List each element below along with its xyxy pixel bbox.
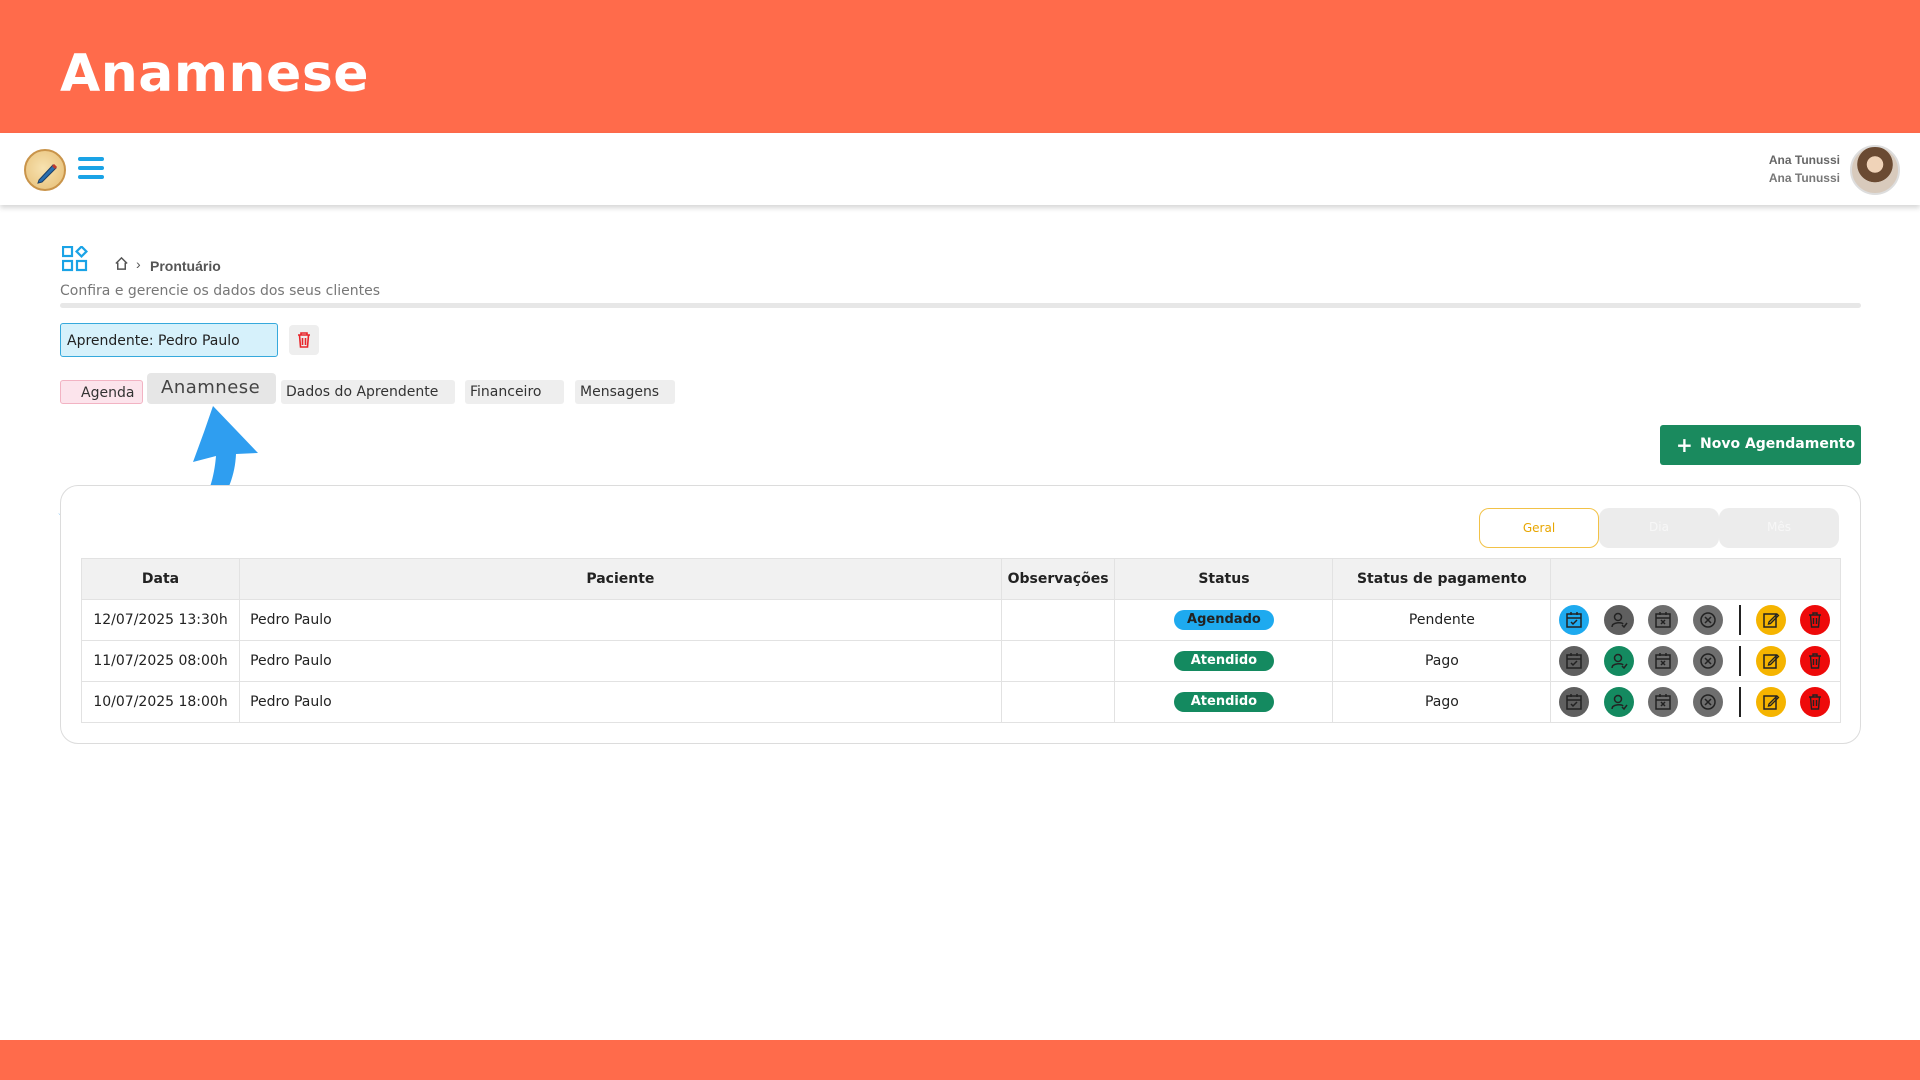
cell-paciente: Pedro Paulo	[239, 599, 1002, 641]
tab-mensagens[interactable]: Mensagens	[575, 380, 675, 404]
col-status-pagamento: Status de pagamento	[1332, 558, 1552, 600]
col-paciente: Paciente	[239, 558, 1002, 600]
hamburger-icon[interactable]	[78, 157, 104, 181]
cell-paciente: Pedro Paulo	[239, 640, 1002, 682]
table-row[interactable]: 10/07/2025 18:00h Pedro Paulo Atendido P…	[80, 681, 1841, 723]
cell-data: 12/07/2025 13:30h	[80, 599, 241, 641]
calendar-x-icon[interactable]	[1648, 646, 1679, 676]
trash-icon[interactable]	[289, 325, 319, 355]
filter-dia[interactable]: Dia	[1599, 508, 1719, 548]
cell-status: Atendido	[1114, 640, 1334, 682]
table-header-row: Data Paciente Observações Status Status …	[80, 558, 1841, 600]
user-check-icon[interactable]	[1603, 687, 1634, 717]
breadcrumb-separator: ›	[136, 256, 141, 272]
user-name[interactable]: Ana Tunussi	[1769, 153, 1840, 167]
trash-icon[interactable]	[1799, 605, 1830, 635]
user-check-icon[interactable]	[1603, 605, 1634, 635]
calendar-check-icon[interactable]	[1559, 687, 1590, 717]
cell-observacoes	[1000, 640, 1116, 682]
cell-actions	[1550, 681, 1841, 723]
cell-pagamento: Pendente	[1332, 599, 1552, 641]
user-role: Ana Tunussi	[1768, 171, 1840, 185]
pencil-logo-icon[interactable]	[24, 149, 66, 191]
header-banner: Anamnese	[0, 0, 1920, 133]
user-check-icon[interactable]	[1603, 646, 1634, 676]
actions-separator	[1739, 605, 1742, 635]
tab-dados-aprendente[interactable]: Dados do Aprendente	[281, 380, 455, 404]
actions-separator	[1739, 646, 1742, 676]
cell-actions	[1550, 599, 1841, 641]
actions-separator	[1739, 687, 1742, 717]
calendar-check-icon[interactable]	[1559, 646, 1590, 676]
table-row[interactable]: 11/07/2025 08:00h Pedro Paulo Atendido P…	[80, 640, 1841, 682]
grid-icon	[62, 246, 88, 272]
edit-icon[interactable]	[1755, 605, 1786, 635]
status-badge: Atendido	[1173, 692, 1274, 712]
tab-financeiro[interactable]: Financeiro	[465, 380, 564, 404]
breadcrumb-current: Prontuário	[150, 258, 221, 274]
novo-agendamento-button[interactable]: + Novo Agendamento	[1660, 425, 1861, 465]
edit-icon[interactable]	[1755, 687, 1786, 717]
cell-pagamento: Pago	[1332, 640, 1552, 682]
cancel-icon[interactable]	[1692, 605, 1723, 635]
plus-icon: +	[1676, 433, 1693, 457]
calendar-x-icon[interactable]	[1648, 605, 1679, 635]
status-badge: Agendado	[1173, 610, 1274, 630]
status-badge: Atendido	[1173, 651, 1274, 671]
col-actions	[1550, 558, 1841, 600]
cell-data: 11/07/2025 08:00h	[80, 640, 241, 682]
calendar-x-icon[interactable]	[1648, 687, 1679, 717]
cell-status: Atendido	[1114, 681, 1334, 723]
tab-anamnese[interactable]: Anamnese	[147, 373, 276, 404]
filter-mes[interactable]: Mês	[1719, 508, 1839, 548]
cell-observacoes	[1000, 681, 1116, 723]
footer-banner	[0, 1040, 1920, 1080]
cancel-icon[interactable]	[1692, 646, 1723, 676]
appointments-panel: Geral Dia Mês Data Paciente Observações …	[60, 485, 1861, 744]
appointments-table: Data Paciente Observações Status Status …	[80, 558, 1841, 723]
cell-paciente: Pedro Paulo	[239, 681, 1002, 723]
edit-icon[interactable]	[1755, 646, 1786, 676]
home-icon[interactable]	[114, 256, 129, 271]
avatar[interactable]	[1850, 145, 1900, 195]
col-data: Data	[80, 558, 241, 600]
col-observacoes: Observações	[1000, 558, 1116, 600]
divider	[60, 303, 1861, 308]
trash-icon[interactable]	[1799, 646, 1830, 676]
calendar-check-icon[interactable]	[1559, 605, 1590, 635]
cancel-icon[interactable]	[1692, 687, 1723, 717]
trash-icon[interactable]	[1799, 687, 1830, 717]
tab-agenda[interactable]: Agenda	[60, 380, 143, 404]
cell-status: Agendado	[1114, 599, 1334, 641]
cell-pagamento: Pago	[1332, 681, 1552, 723]
aprendente-field[interactable]: Aprendente: Pedro Paulo	[60, 323, 278, 357]
cell-actions	[1550, 640, 1841, 682]
col-status: Status	[1114, 558, 1334, 600]
table-row[interactable]: 12/07/2025 13:30h Pedro Paulo Agendado P…	[80, 599, 1841, 641]
page-subtitle: Confira e gerencie os dados dos seus cli…	[60, 283, 381, 299]
cell-observacoes	[1000, 599, 1116, 641]
filter-geral[interactable]: Geral	[1479, 508, 1599, 548]
novo-agendamento-label: Novo Agendamento	[1700, 436, 1856, 452]
top-navbar: Ana Tunussi Ana Tunussi	[0, 133, 1920, 205]
cell-data: 10/07/2025 18:00h	[80, 681, 241, 723]
banner-title: Anamnese	[60, 44, 370, 104]
